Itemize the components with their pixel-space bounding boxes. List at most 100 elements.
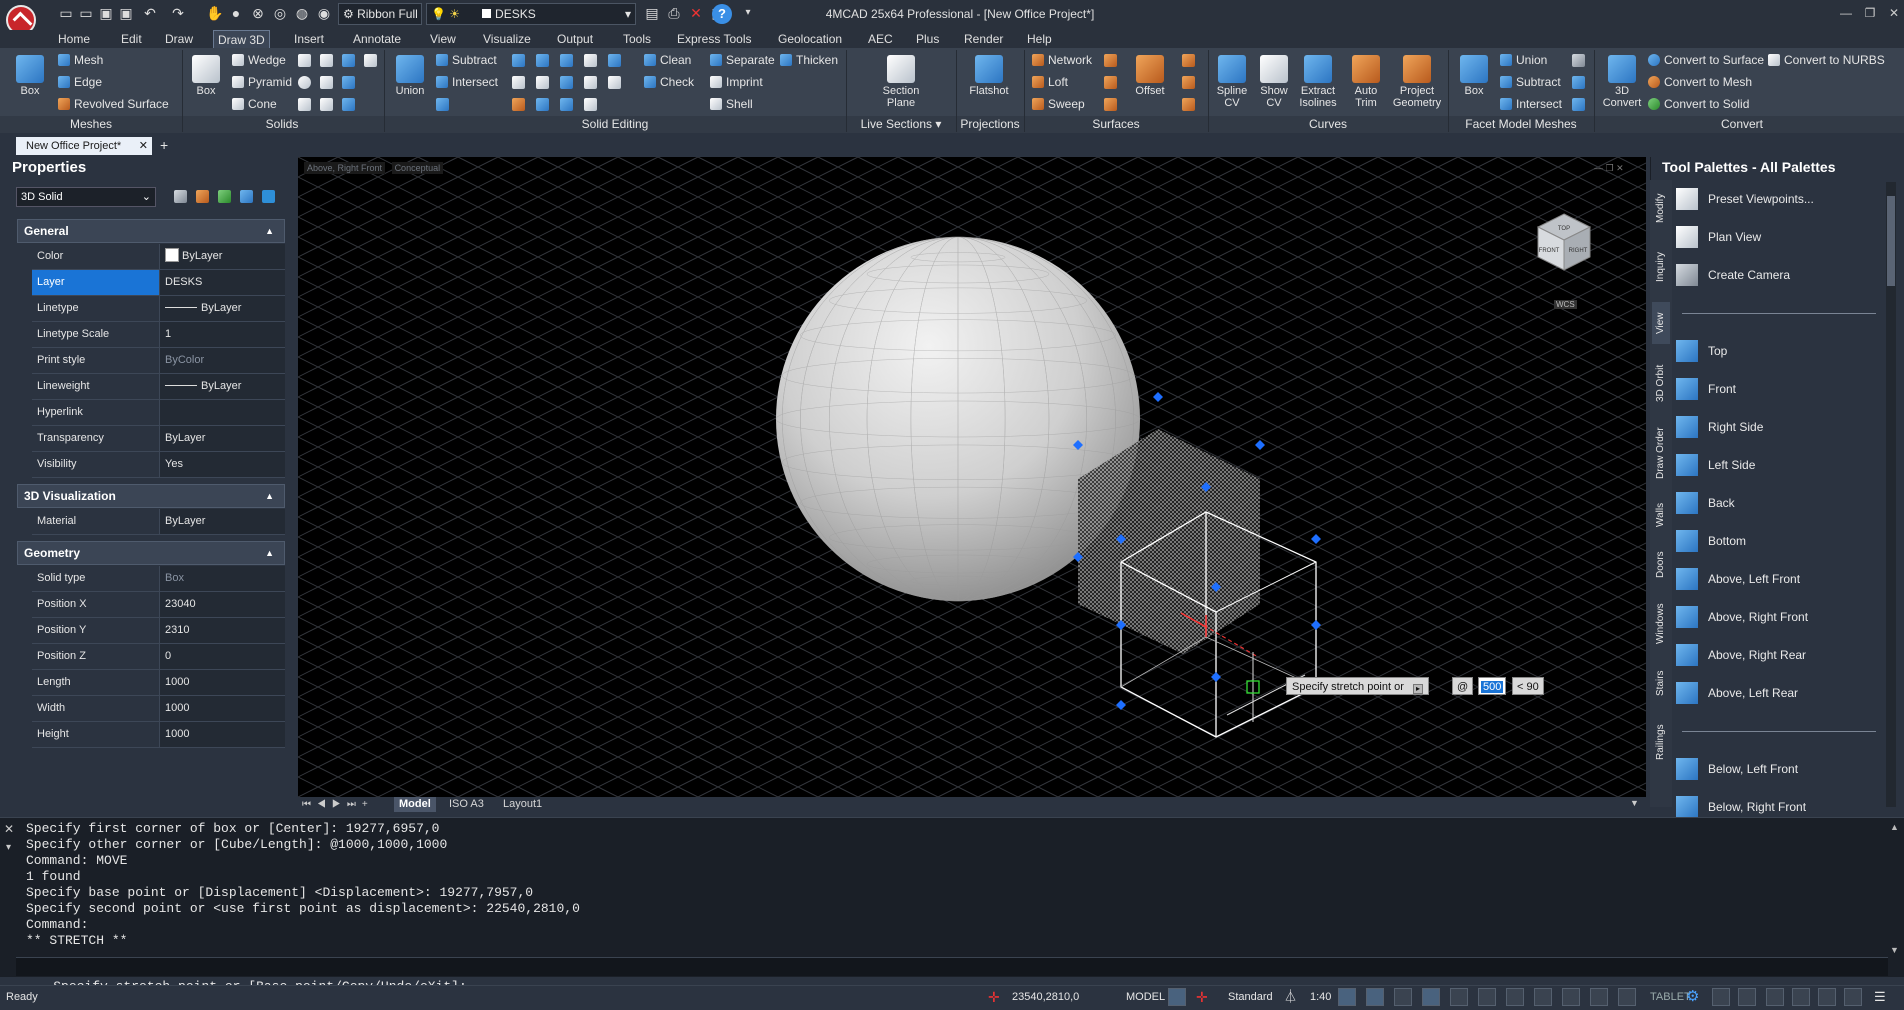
viewport-window-controls[interactable]: — ❐ ✕ bbox=[1594, 163, 1624, 174]
explode-icon[interactable] bbox=[608, 54, 621, 67]
property-row[interactable]: Height 1000 bbox=[32, 722, 285, 748]
revolve-icon[interactable] bbox=[320, 76, 333, 89]
property-value[interactable] bbox=[160, 400, 285, 425]
ortho-icon[interactable] bbox=[1394, 988, 1412, 1006]
command-line-input[interactable]: Specify stretch point or [Base point/Cop… bbox=[16, 957, 1888, 994]
properties-toggle-icon[interactable]: ◍ bbox=[294, 5, 310, 21]
check-button[interactable]: Check bbox=[644, 73, 694, 91]
palette-tab-modify[interactable]: Modify bbox=[1652, 186, 1670, 230]
3d-convert-button[interactable]: 3D Convert bbox=[1600, 52, 1644, 112]
property-row[interactable]: Linetype Scale 1 bbox=[32, 322, 285, 348]
facet-box-button[interactable]: Box bbox=[1454, 52, 1494, 112]
palette-item-top[interactable]: Top bbox=[1676, 336, 1882, 366]
layer-dropdown[interactable]: 💡 ☀ DESKS ▾ bbox=[426, 3, 636, 25]
auto-trim-button[interactable]: Auto Trim bbox=[1346, 52, 1386, 112]
copy-faces-icon[interactable] bbox=[536, 98, 549, 111]
selection-cycling-icon[interactable] bbox=[1590, 988, 1608, 1006]
planar-surface-icon[interactable] bbox=[1104, 54, 1117, 67]
facet-intersect-button[interactable]: Intersect bbox=[1500, 95, 1562, 113]
chamfer-edges-icon[interactable] bbox=[584, 76, 597, 89]
palette-item-create-camera[interactable]: Create Camera bbox=[1676, 260, 1882, 290]
layer-manager-icon[interactable]: ▤ bbox=[644, 5, 660, 21]
facet-union-button[interactable]: Union bbox=[1500, 51, 1547, 69]
options-arrow-icon[interactable]: ▸ bbox=[1412, 684, 1423, 694]
viewport-controls[interactable]: Above, Right Front Conceptual bbox=[304, 162, 444, 174]
extract-isolines-button[interactable]: Extract Isolines bbox=[1296, 52, 1340, 112]
property-row[interactable]: Hyperlink bbox=[32, 400, 285, 426]
palette-item-above-left-rear[interactable]: Above, Left Rear bbox=[1676, 678, 1882, 708]
section-viz[interactable]: 3D Visualization ▲ bbox=[17, 484, 285, 508]
palette-item-left-side[interactable]: Left Side bbox=[1676, 450, 1882, 480]
menu-visualize[interactable]: Visualize bbox=[479, 30, 535, 48]
section-general[interactable]: General ▲ bbox=[17, 219, 285, 243]
dynamic-input-icon[interactable] bbox=[1618, 988, 1636, 1006]
regen-icon[interactable]: ⊗ bbox=[250, 5, 266, 21]
palette-tab-draw-order[interactable]: Draw Order bbox=[1652, 418, 1670, 488]
property-row[interactable]: Position Y 2310 bbox=[32, 618, 285, 644]
close-window-button[interactable]: ✕ bbox=[1884, 6, 1904, 20]
property-row[interactable]: Print style ByColor bbox=[32, 348, 285, 374]
menu-draw-3d[interactable]: Draw 3D bbox=[213, 30, 270, 48]
grip-handle[interactable] bbox=[1211, 672, 1221, 682]
palette-toggle-icon[interactable]: ◉ bbox=[316, 5, 332, 21]
print-icon[interactable]: ⎙ bbox=[666, 5, 682, 21]
flatshot-button[interactable]: Flatshot bbox=[964, 52, 1014, 112]
snap-icon[interactable] bbox=[1338, 988, 1356, 1006]
wcs-button[interactable]: WCS bbox=[1554, 300, 1577, 309]
facet-tool-1-icon[interactable] bbox=[1572, 54, 1585, 67]
palette-tab-windows[interactable]: Windows bbox=[1652, 594, 1670, 654]
property-row[interactable]: Lineweight ByLayer bbox=[32, 374, 285, 400]
palette-item-above-right-rear[interactable]: Above, Right Rear bbox=[1676, 640, 1882, 670]
convert-to-solid-button[interactable]: Convert to Solid bbox=[1648, 95, 1749, 113]
separate-button[interactable]: Separate bbox=[710, 51, 775, 69]
mesh-button[interactable]: Mesh bbox=[58, 51, 103, 69]
palette-tab-inquiry[interactable]: Inquiry bbox=[1652, 242, 1670, 292]
property-value[interactable]: ByLayer bbox=[160, 374, 285, 399]
property-row[interactable]: Visibility Yes bbox=[32, 452, 285, 478]
loft-button[interactable]: Loft bbox=[1032, 73, 1068, 91]
palette-scroll-thumb[interactable] bbox=[1887, 196, 1895, 286]
isolate-objects-icon[interactable] bbox=[1818, 988, 1836, 1006]
palette-tab-doors[interactable]: Doors bbox=[1652, 542, 1670, 588]
transparency-icon[interactable] bbox=[1534, 988, 1552, 1006]
menu-edit[interactable]: Edit bbox=[117, 30, 146, 48]
section-icon[interactable] bbox=[342, 76, 355, 89]
orbit-icon[interactable]: ◎ bbox=[272, 5, 288, 21]
extrude-faces-icon[interactable] bbox=[512, 54, 525, 67]
spline-cv-button[interactable]: Spline CV bbox=[1212, 52, 1252, 112]
palette-item-preset-viewpoints[interactable]: Preset Viewpoints... bbox=[1676, 184, 1882, 214]
etrack-icon[interactable] bbox=[1478, 988, 1496, 1006]
palette-item-bottom[interactable]: Bottom bbox=[1676, 526, 1882, 556]
mesh-box-button[interactable]: Box bbox=[10, 52, 50, 112]
close-tab-icon[interactable]: ✕ bbox=[139, 137, 148, 155]
palette-item-plan-view[interactable]: Plan View bbox=[1676, 222, 1882, 252]
drawing-viewport[interactable] bbox=[298, 157, 1646, 797]
property-value[interactable]: 23040 bbox=[160, 592, 285, 617]
pyramid-button[interactable]: Pyramid bbox=[232, 73, 292, 91]
menu-output[interactable]: Output bbox=[553, 30, 597, 48]
quick-select-icon[interactable] bbox=[218, 190, 231, 203]
copy-edges-icon[interactable] bbox=[560, 98, 573, 111]
grip-handle[interactable] bbox=[1311, 620, 1321, 630]
save-as-icon[interactable]: ▣ bbox=[118, 5, 134, 21]
layout-tab-model[interactable]: Model bbox=[394, 797, 436, 812]
show-cv-button[interactable]: Show CV bbox=[1254, 52, 1294, 112]
close-drawing-icon[interactable]: ✕ bbox=[688, 5, 704, 21]
union-button[interactable]: Union bbox=[390, 52, 430, 112]
property-row[interactable]: Layer DESKS bbox=[32, 270, 285, 296]
torus-icon[interactable] bbox=[298, 98, 311, 111]
customize-status-icon[interactable] bbox=[1844, 988, 1862, 1006]
menu-geolocation[interactable]: Geolocation bbox=[774, 30, 846, 48]
palette-item-front[interactable]: Front bbox=[1676, 374, 1882, 404]
settings-gear-icon[interactable]: ⚙ bbox=[1686, 988, 1699, 1006]
fillet-surface-icon[interactable] bbox=[1182, 54, 1195, 67]
palette-tab-3d-orbit[interactable]: 3D Orbit bbox=[1652, 352, 1670, 414]
collapse-icon[interactable]: ▲ bbox=[265, 542, 274, 564]
model-space-toggle[interactable]: MODEL bbox=[1126, 988, 1165, 1006]
grip-handle[interactable] bbox=[1311, 534, 1321, 544]
hscroll-arrow-icon[interactable]: ▼ bbox=[1630, 798, 1639, 808]
grip-handle[interactable] bbox=[1255, 440, 1265, 450]
wedge-button[interactable]: Wedge bbox=[232, 51, 286, 69]
collapse-icon[interactable]: ▲ bbox=[265, 485, 274, 507]
annotation-scale[interactable]: 1:40 bbox=[1310, 988, 1331, 1006]
